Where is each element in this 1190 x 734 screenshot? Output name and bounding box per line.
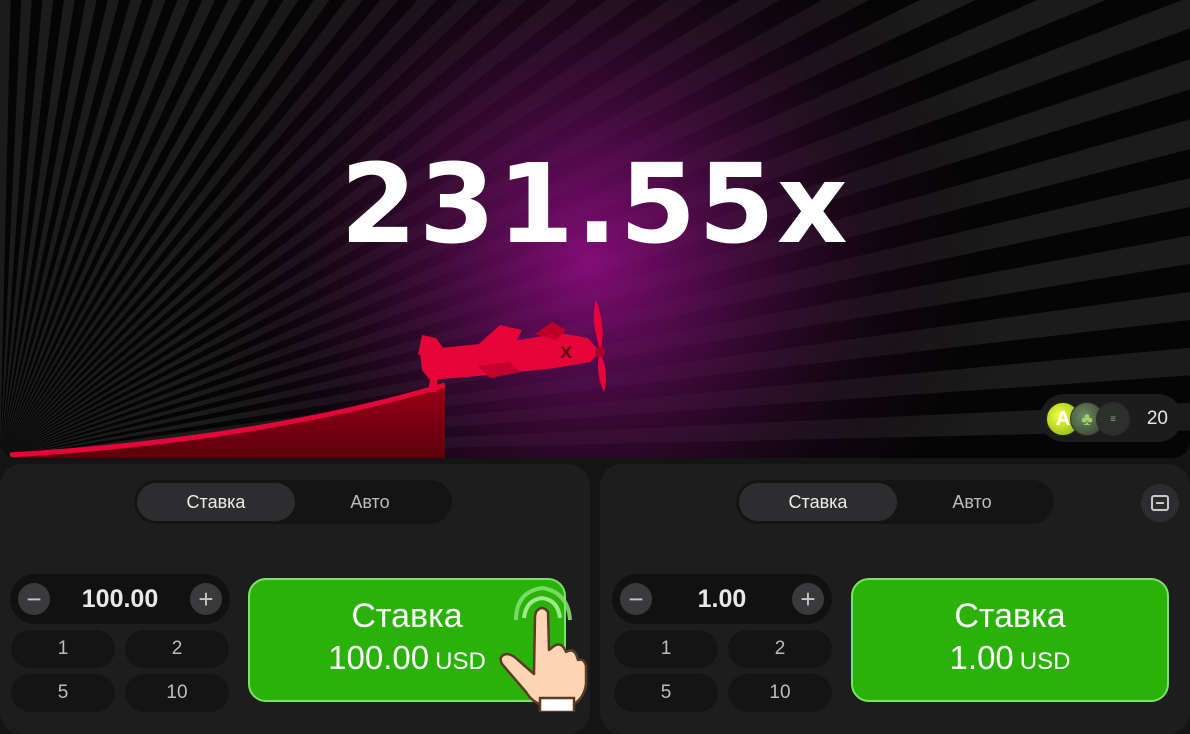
- bet-amount-value: 1.00: [949, 639, 1014, 676]
- bet-button-amount: 100.00 USD: [328, 636, 486, 684]
- bet-amount-stepper: − 100.00 +: [10, 574, 230, 624]
- quick-amount-button[interactable]: 1: [614, 630, 718, 668]
- collapse-panel-button[interactable]: [1141, 484, 1179, 522]
- game-canvas: X 231.55x A ♣ ≡ 20: [0, 0, 1190, 458]
- tap-hand-icon: [499, 585, 588, 712]
- bet-amount-input[interactable]: 100.00: [54, 574, 186, 624]
- minus-icon[interactable]: −: [18, 583, 50, 615]
- bet-button-label: Ставка: [351, 597, 463, 635]
- quick-amount-button[interactable]: 10: [125, 674, 229, 712]
- bet-amount-value: 100.00: [328, 639, 430, 676]
- plus-icon[interactable]: +: [792, 583, 824, 615]
- quick-amount-button[interactable]: 10: [728, 674, 832, 712]
- players-indicator[interactable]: A ♣ ≡ 20: [1040, 394, 1182, 442]
- collapse-icon: [1151, 495, 1169, 511]
- quick-amount-button[interactable]: 2: [728, 630, 832, 668]
- minus-icon[interactable]: −: [620, 583, 652, 615]
- bet-currency: USD: [1019, 648, 1071, 675]
- bet-amount-stepper: − 1.00 +: [612, 574, 832, 624]
- tab-bet[interactable]: Ставка: [739, 483, 897, 521]
- bet-panel-2: Ставка Авто − 1.00 + 1 2 5 10 Ставка 1.0…: [600, 464, 1190, 734]
- place-bet-button[interactable]: Ставка 1.00 USD: [851, 578, 1169, 702]
- bet-currency: USD: [435, 648, 486, 675]
- quick-amount-button[interactable]: 5: [614, 674, 718, 712]
- quick-amount-button[interactable]: 1: [11, 630, 115, 668]
- svg-text:X: X: [560, 343, 573, 362]
- quick-amount-button[interactable]: 5: [11, 674, 115, 712]
- players-count: 20: [1146, 408, 1168, 429]
- tab-bet[interactable]: Ставка: [137, 483, 295, 521]
- bet-button-label: Ставка: [954, 597, 1066, 635]
- plus-icon[interactable]: +: [190, 583, 222, 615]
- quick-amount-button[interactable]: 2: [125, 630, 229, 668]
- tab-auto[interactable]: Авто: [291, 483, 449, 521]
- bet-amount-input[interactable]: 1.00: [656, 574, 788, 624]
- tab-auto[interactable]: Авто: [893, 483, 1051, 521]
- bet-mode-tabs: Ставка Авто: [736, 480, 1054, 524]
- multiplier-display: 231.55x: [340, 140, 850, 268]
- player-avatar: ≡: [1096, 402, 1130, 436]
- bet-button-amount: 1.00 USD: [950, 636, 1071, 684]
- bet-mode-tabs: Ставка Авто: [134, 480, 452, 524]
